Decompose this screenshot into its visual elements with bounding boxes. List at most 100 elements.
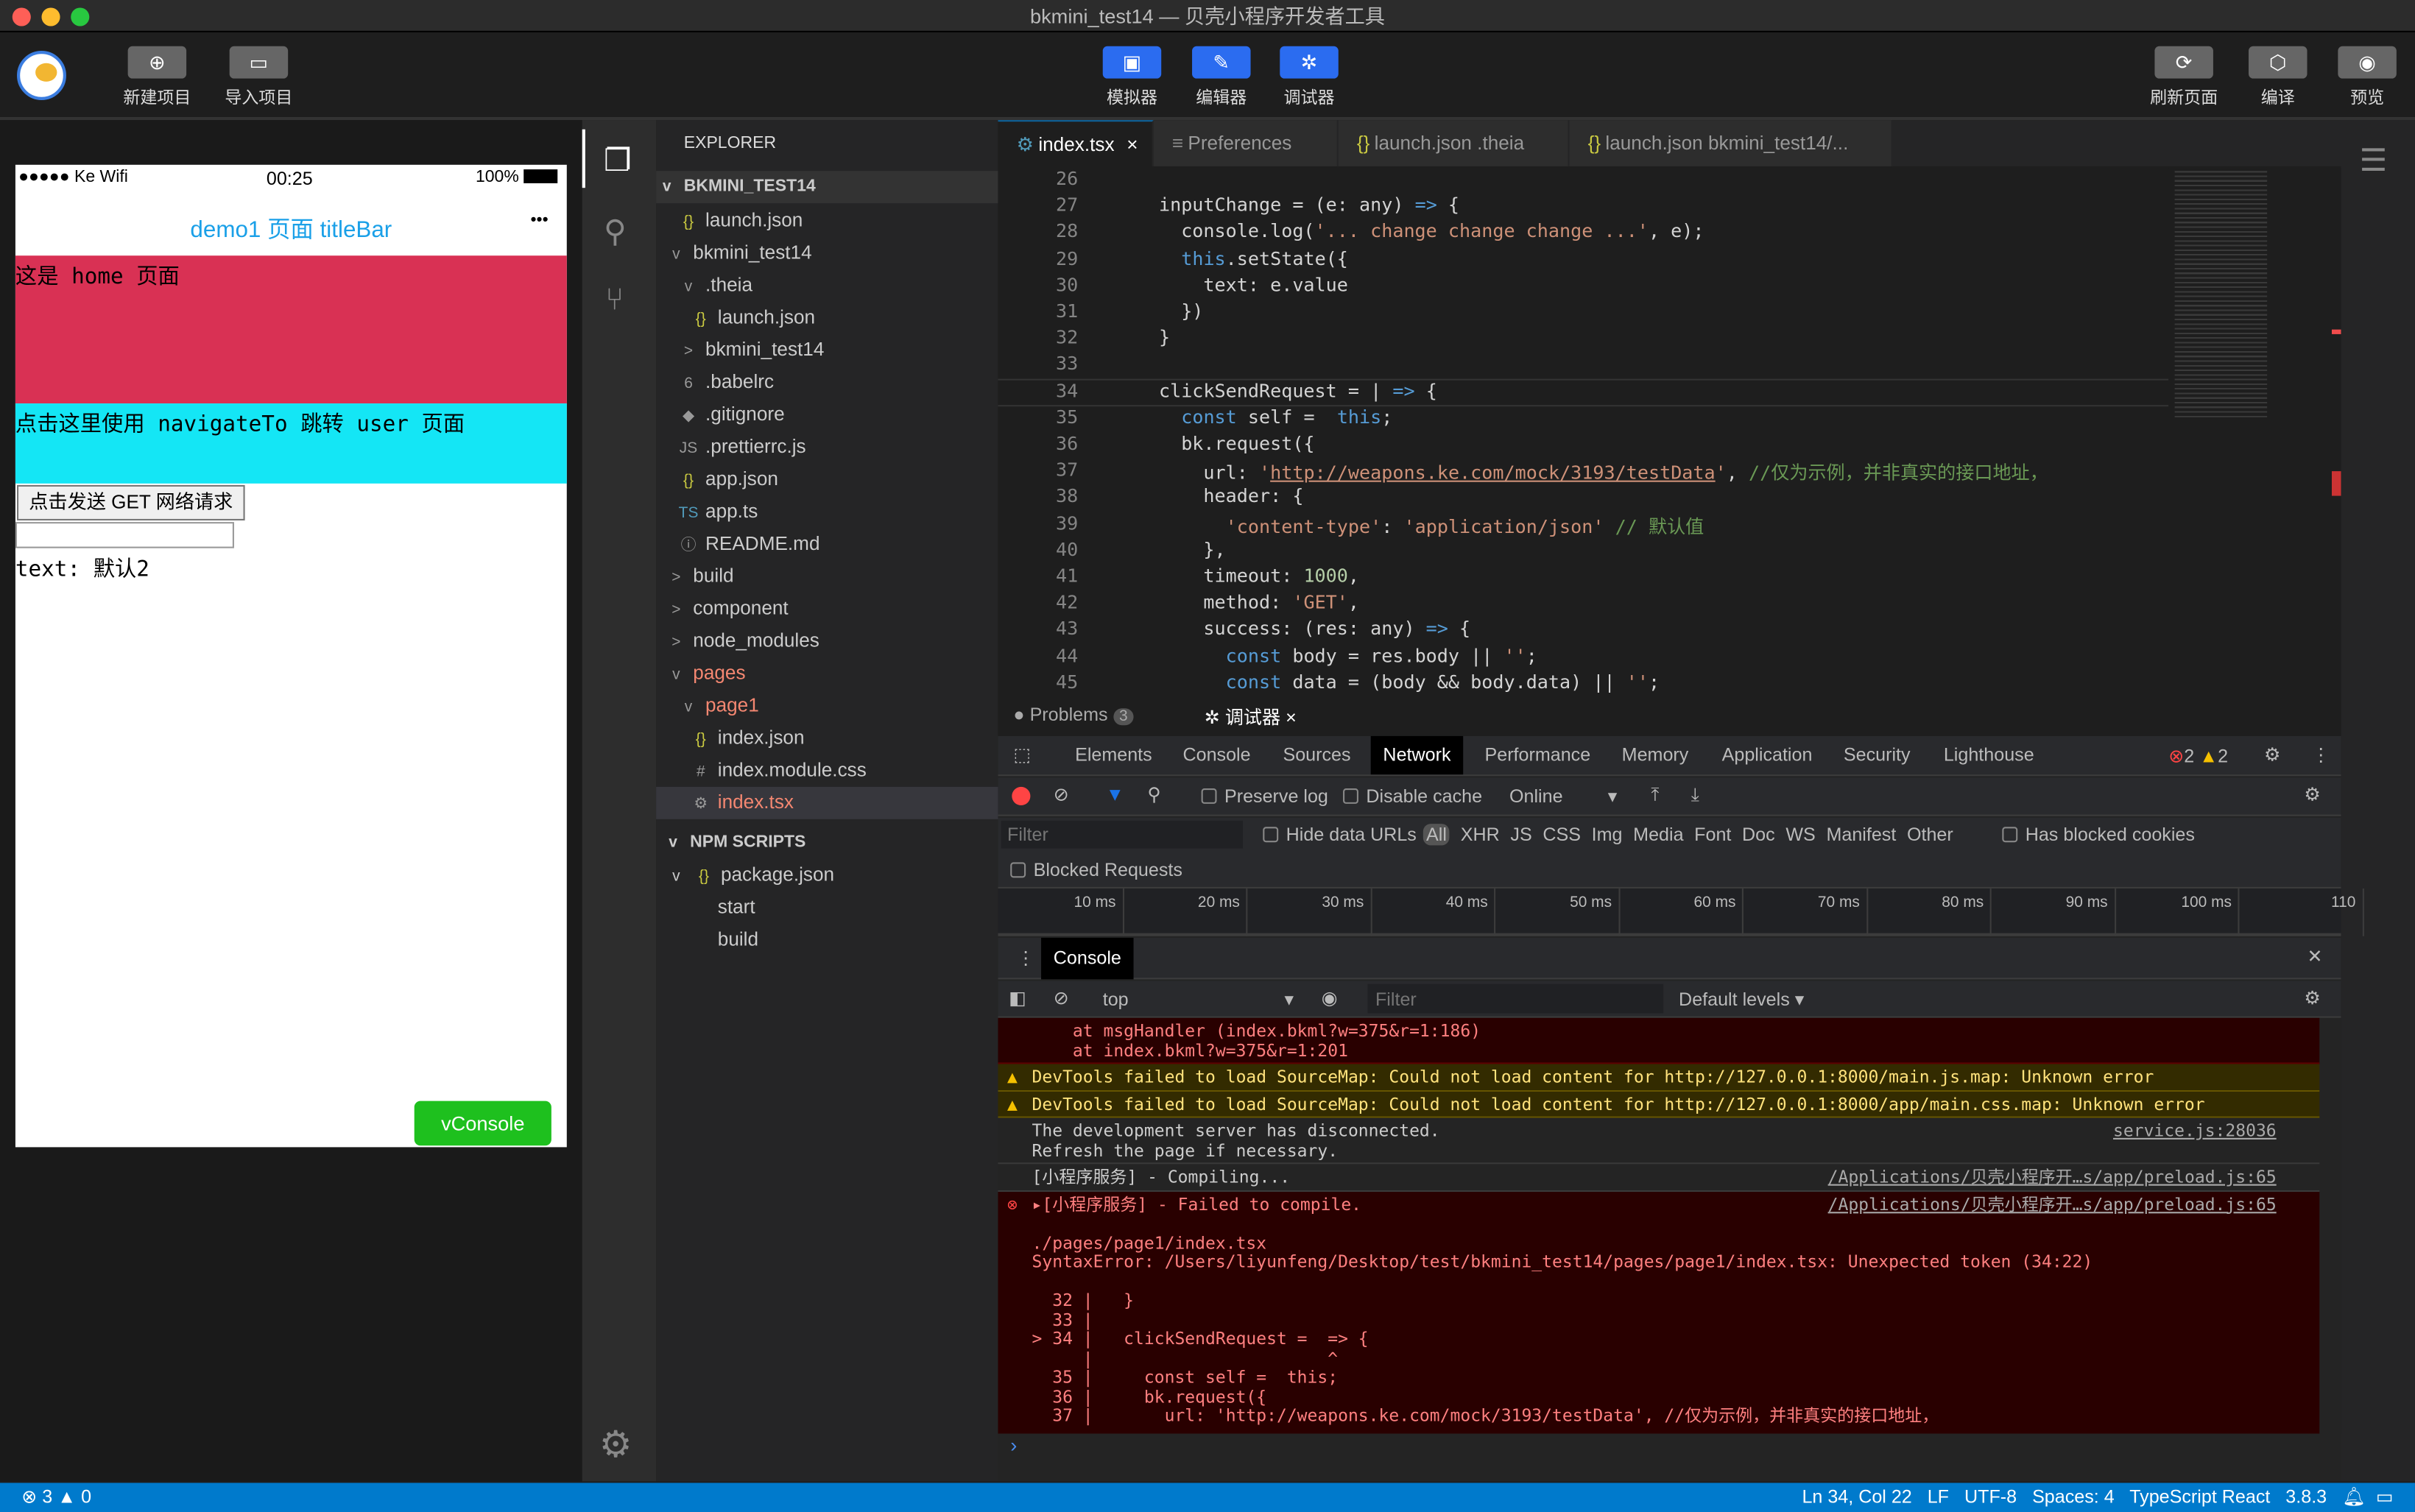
drawer-menu-icon[interactable]: ⋮ [1017,947,1035,968]
toolbar-button-editor[interactable]: ✎ 编辑器 [1192,46,1251,110]
type-filter-ws[interactable]: WS [1785,824,1815,845]
clear-icon[interactable]: ⊘ [1054,784,1069,805]
outline-icon[interactable]: ☰ [2360,141,2388,180]
inspect-element-icon[interactable]: ⬚ [1013,743,1031,765]
cursor-position[interactable]: Ln 34, Col 22 [1802,1486,1911,1508]
file-tree-item[interactable]: {} launch.json [656,302,998,334]
vconsole-button[interactable]: vConsole [414,1101,551,1146]
toolbar-button-folder[interactable]: ▭ 导入项目 [225,46,292,110]
language-mode[interactable]: TypeScript React [2129,1486,2270,1508]
file-tree-item[interactable]: {} launch.json [656,205,998,237]
devtools-tab-security[interactable]: Security [1831,736,1922,774]
npm-script-item[interactable]: v {} package.json [656,859,998,891]
import-har-icon[interactable]: ⤒ [1651,784,1659,807]
npm-scripts-header[interactable]: v NPM SCRIPTS [656,827,998,859]
navigate-link[interactable]: 点击这里使用 navigateTo 跳转 user 页面 [15,403,567,484]
preserve-log-checkbox[interactable]: Preserve log [1201,785,1328,807]
has-blocked-cookies-checkbox[interactable]: Has blocked cookies [2002,824,2195,845]
minimap[interactable] [2168,168,2341,693]
devtools-tab-performance[interactable]: Performance [1473,736,1603,774]
file-tree-item[interactable]: ⓘ README.md [656,528,998,560]
network-settings-icon[interactable]: ⚙ [2304,784,2321,805]
project-section-header[interactable]: v BKMINI_TEST14 [656,171,998,204]
type-filter-manifest[interactable]: Manifest [1826,824,1896,845]
file-tree-item[interactable]: {} app.json [656,464,998,496]
toolbar-button-plus-circle[interactable]: ⊕ 新建项目 [123,46,191,110]
toolbar-button-eye[interactable]: ◉ 预览 [2338,46,2397,110]
maximize-window-button[interactable] [71,7,90,27]
more-menu-button[interactable]: ••• [530,211,548,230]
problems-status[interactable]: ⊗ 3 ▲ 0 [21,1483,91,1512]
filter-icon[interactable]: ▼ [1106,784,1124,805]
editor-tab[interactable]: ⚙ index.tsx × [998,120,1154,166]
file-tree-item[interactable]: v pages [656,657,998,690]
close-drawer-icon[interactable]: ✕ [2308,945,2323,967]
layout-icon[interactable]: ▭ [2376,1486,2394,1508]
search-icon[interactable]: ⚲ [1147,784,1160,805]
file-tree-item[interactable]: > build [656,560,998,593]
throttle-select[interactable]: Online ▾ [1509,785,1617,807]
file-tree-item[interactable]: > component [656,593,998,625]
npm-script-item[interactable]: start [656,891,998,924]
clear-console-icon[interactable]: ⊘ [1054,987,1069,1008]
tab-debugger[interactable]: ✲ 调试器 × [1205,704,1297,730]
drawer-tab-console[interactable]: Console [1041,937,1134,980]
close-debugger-icon[interactable]: × [1286,707,1297,728]
source-control-icon[interactable]: ⑂ [605,283,624,319]
network-filter-input[interactable] [1001,820,1244,849]
editor-tab[interactable]: ≡ Preferences [1153,120,1339,166]
devtools-more-icon[interactable]: ⋮ [2312,743,2330,765]
file-tree-item[interactable]: v page1 [656,690,998,722]
disable-cache-checkbox[interactable]: Disable cache [1343,785,1482,807]
devtools-tab-elements[interactable]: Elements [1062,736,1164,774]
type-filter-other[interactable]: Other [1907,824,1953,845]
context-select[interactable]: top ▾ [1103,989,1294,1010]
devtools-tab-application[interactable]: Application [1710,736,1825,774]
file-tree-item[interactable]: 6 .babelrc [656,367,998,399]
file-tree-item[interactable]: {} index.json [656,722,998,755]
minimize-window-button[interactable] [41,7,60,27]
file-tree-item[interactable]: v bkmini_test14 [656,237,998,269]
file-tree-item[interactable]: > node_modules [656,625,998,657]
type-filter-doc[interactable]: Doc [1742,824,1775,845]
encoding[interactable]: UTF-8 [1964,1486,2017,1508]
devtools-settings-icon[interactable]: ⚙ [2264,743,2281,765]
files-icon[interactable]: ❐ [604,141,632,180]
type-filter-xhr[interactable]: XHR [1461,824,1500,845]
issue-counts[interactable]: ⊗2 ▲2 [2168,745,2228,766]
settings-gear-icon[interactable]: ⚙ [599,1423,632,1468]
console-prompt[interactable]: › [1010,1433,1017,1456]
search-icon[interactable]: ⚲ [604,213,627,251]
type-filter-js[interactable]: JS [1510,824,1531,845]
notifications-bell-icon[interactable]: 🔔︎ [2342,1486,2366,1508]
console-settings-icon[interactable]: ⚙ [2304,987,2321,1008]
file-tree-item[interactable]: # index.module.css [656,755,998,787]
file-tree-item[interactable]: > bkmini_test14 [656,334,998,367]
type-filter-all[interactable]: All [1422,824,1450,846]
type-filter-media[interactable]: Media [1633,824,1683,845]
close-tab-icon[interactable]: × [1127,134,1138,155]
message-source-link[interactable]: service.js:28036 [2113,1122,2277,1142]
file-tree-item[interactable]: TS app.ts [656,496,998,529]
file-tree-item[interactable]: ◆ .gitignore [656,399,998,431]
close-window-button[interactable] [12,7,31,27]
editor-tab[interactable]: {} launch.json .theia [1338,120,1570,166]
devtools-tab-console[interactable]: Console [1171,736,1263,774]
editor-tab[interactable]: {} launch.json bkmini_test14/... [1569,120,1893,166]
tab-problems[interactable]: ● Problems 3 [1013,704,1134,726]
line-ending[interactable]: LF [1928,1486,1949,1508]
toolbar-button-refresh[interactable]: ⟳ 刷新页面 [2150,46,2218,110]
toolbar-button-simulator[interactable]: ▣ 模拟器 [1102,46,1162,110]
file-tree-item[interactable]: JS .prettierrc.js [656,431,998,464]
devtools-tab-lighthouse[interactable]: Lighthouse [1931,736,2046,774]
devtools-tab-sources[interactable]: Sources [1271,736,1364,774]
sidebar-toggle-icon[interactable]: ◧ [1009,987,1026,1008]
toolbar-button-bug[interactable]: ✲ 调试器 [1280,46,1339,110]
hide-data-urls-checkbox[interactable]: Hide data URLs [1263,824,1417,845]
code-area[interactable]: 26 27 inputChange = (e: any) => {28 conso… [998,168,2168,693]
live-expression-eye-icon[interactable]: ◉ [1322,987,1338,1008]
file-tree-item[interactable]: v .theia [656,269,998,302]
type-filter-img[interactable]: Img [1592,824,1623,845]
text-input[interactable] [15,522,234,548]
message-source-link[interactable]: /Applications/贝壳小程序开…s/app/preload.js:65 [1828,1168,2277,1188]
